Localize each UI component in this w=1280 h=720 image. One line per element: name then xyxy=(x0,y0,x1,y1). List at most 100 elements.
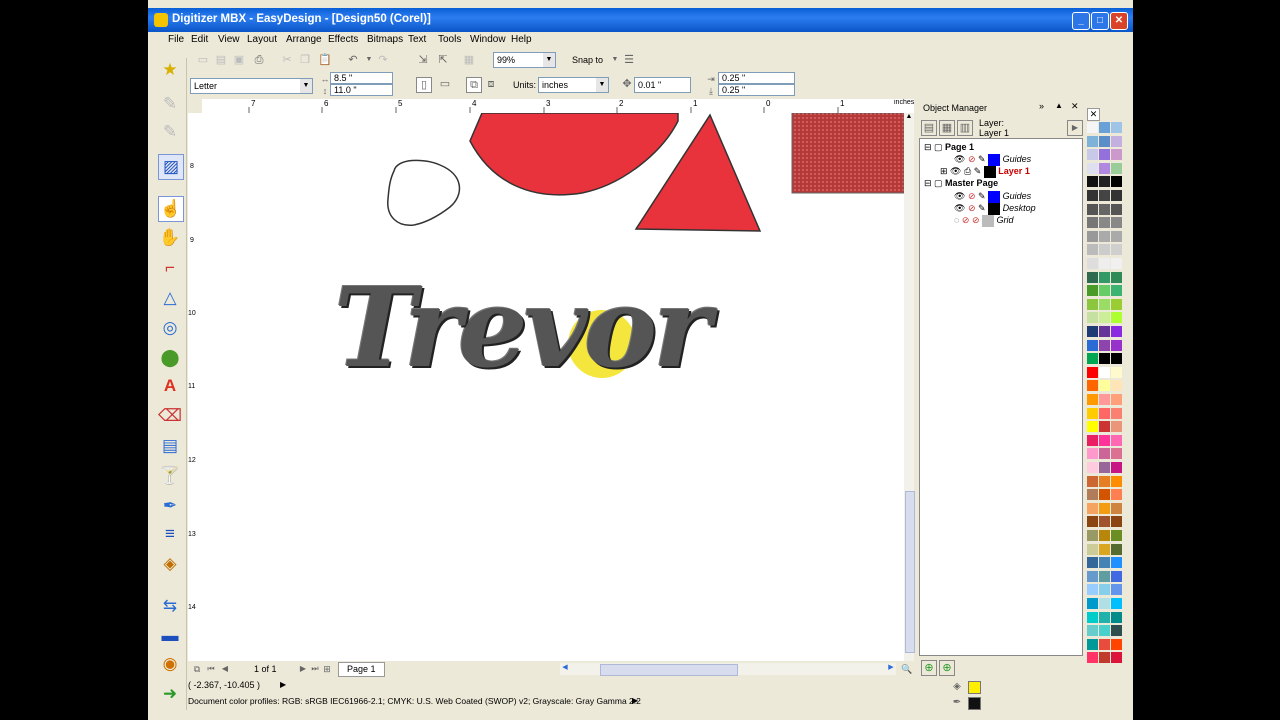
color-swatch[interactable] xyxy=(1099,462,1110,473)
menu-text[interactable]: Text xyxy=(408,34,426,45)
color-swatch[interactable] xyxy=(1087,298,1098,310)
color-swatch[interactable] xyxy=(1087,380,1098,392)
color-swatch[interactable] xyxy=(1111,380,1122,392)
embroidered-rectangle[interactable] xyxy=(791,113,904,194)
color-swatch[interactable] xyxy=(1111,339,1122,351)
color-swatch[interactable] xyxy=(1099,135,1110,147)
color-swatch[interactable] xyxy=(1099,584,1110,596)
edit-icon[interactable]: ✎ xyxy=(978,154,986,164)
color-swatch[interactable] xyxy=(1111,434,1122,446)
color-swatch[interactable] xyxy=(1111,489,1122,501)
color-swatch[interactable] xyxy=(1111,203,1122,215)
embroidery-text[interactable]: Trevor xyxy=(334,263,711,393)
duplicate-x-field[interactable]: 0.25 " xyxy=(718,72,795,84)
stitch-icon[interactable]: ✎ xyxy=(158,92,182,116)
redo-icon[interactable]: ↷ xyxy=(376,53,390,67)
menu-window[interactable]: Window xyxy=(470,34,506,45)
zoom-select[interactable]: 99% ▼ xyxy=(493,52,556,68)
eraser-icon[interactable]: ⌫ xyxy=(158,404,182,428)
print-icon[interactable]: ⊘ xyxy=(968,154,976,164)
menu-effects[interactable]: Effects xyxy=(328,34,358,45)
color-swatch[interactable] xyxy=(1111,638,1122,650)
color-swatch[interactable] xyxy=(1087,516,1098,528)
page-size-select[interactable]: Letter ▼ xyxy=(190,78,313,94)
visible-icon[interactable]: 👁 xyxy=(954,203,965,213)
new-layer-icon[interactable]: ⊕ xyxy=(921,660,937,676)
expand-arrow-icon[interactable]: ▶ xyxy=(280,680,286,689)
color-swatch[interactable] xyxy=(1111,625,1122,637)
fill-icon[interactable]: ◈ xyxy=(158,552,182,576)
color-swatch[interactable] xyxy=(1111,502,1122,514)
blend-tool-icon[interactable]: ▤ xyxy=(158,434,182,458)
color-swatch[interactable] xyxy=(1099,434,1110,446)
expand-docker-icon[interactable]: » xyxy=(1039,101,1044,111)
print-icon[interactable]: ⊘ xyxy=(962,215,970,225)
color-swatch[interactable] xyxy=(1111,285,1122,297)
nudge-field[interactable]: 0.01 " xyxy=(634,77,691,93)
color-swatch[interactable] xyxy=(1087,584,1098,596)
color-swatch[interactable] xyxy=(1099,122,1110,133)
color-swatch[interactable] xyxy=(1087,203,1098,215)
color-swatch[interactable] xyxy=(1099,217,1110,229)
hoop-icon[interactable]: ◉ xyxy=(158,652,182,676)
color-swatch[interactable] xyxy=(1099,366,1110,378)
color-swatch[interactable] xyxy=(1099,570,1110,582)
page-height-field[interactable]: 11.0 " xyxy=(330,84,393,96)
color-swatch[interactable] xyxy=(1099,380,1110,392)
color-swatch[interactable] xyxy=(1111,543,1122,555)
color-swatch[interactable] xyxy=(1087,421,1098,433)
color-swatch[interactable] xyxy=(1111,149,1122,161)
color-swatch[interactable] xyxy=(1099,407,1110,419)
color-swatch[interactable] xyxy=(1099,530,1110,541)
color-swatch[interactable] xyxy=(1087,570,1098,582)
digitizer-icon[interactable]: ★ xyxy=(158,58,182,82)
color-swatch[interactable] xyxy=(1111,271,1122,283)
color-swatch[interactable] xyxy=(1111,312,1122,324)
shape-tool-icon[interactable]: ⌐ xyxy=(158,256,182,280)
polygon-tool-icon[interactable]: △ xyxy=(158,286,182,310)
horizontal-ruler[interactable]: 7 6 5 4 3 2 1 0 1 inches xyxy=(202,99,914,114)
minimize-button[interactable]: _ xyxy=(1072,12,1090,30)
color-swatch[interactable] xyxy=(1087,394,1098,405)
color-swatch[interactable] xyxy=(1099,475,1110,487)
edit-icon[interactable]: ⊘ xyxy=(972,215,980,225)
color-swatch[interactable] xyxy=(1087,475,1098,487)
vertical-scrollbar[interactable]: ▲ xyxy=(904,113,915,661)
color-swatch[interactable] xyxy=(1099,557,1110,569)
color-swatch[interactable] xyxy=(1087,122,1098,133)
hidden-icon[interactable]: ◌ xyxy=(954,215,959,225)
new-master-layer-icon[interactable]: ⊕ xyxy=(939,660,955,676)
tree-node-master-guides[interactable]: 👁 ⊘ ✎ Guides xyxy=(954,190,1031,203)
ellipse-outline-shape[interactable] xyxy=(387,159,461,226)
duplicate-y-field[interactable]: 0.25 " xyxy=(718,84,795,96)
red-semicircle-shape[interactable] xyxy=(469,113,679,196)
tree-node-layer1[interactable]: ⊞ 👁 ⎙ ✎ Layer 1 xyxy=(940,165,1030,178)
pick-tool-icon[interactable]: ☝ xyxy=(158,196,184,222)
print-icon[interactable]: ⊘ xyxy=(968,191,976,201)
color-swatch[interactable] xyxy=(1099,353,1110,365)
open-icon[interactable]: ▤ xyxy=(214,53,228,67)
color-swatch[interactable] xyxy=(1111,421,1122,433)
maximize-button[interactable]: □ xyxy=(1091,12,1109,30)
close-button[interactable]: ✕ xyxy=(1110,12,1128,30)
edit-icon[interactable]: ✎ xyxy=(978,191,986,201)
color-swatch[interactable] xyxy=(1099,203,1110,215)
page-tab[interactable]: Page 1 xyxy=(338,662,385,677)
menu-file[interactable]: File xyxy=(168,34,184,45)
color-swatch[interactable] xyxy=(1087,149,1098,161)
scroll-left-icon[interactable]: ◀ xyxy=(560,663,570,675)
visible-icon[interactable]: 👁 xyxy=(954,154,965,164)
color-swatch[interactable] xyxy=(1087,598,1098,609)
color-swatch[interactable] xyxy=(1099,326,1110,337)
color-swatch[interactable] xyxy=(1111,135,1122,147)
export-icon[interactable]: ⇱ xyxy=(436,53,450,67)
snap-dropdown-icon[interactable]: ▼ xyxy=(608,53,622,67)
new-icon[interactable]: ▭ xyxy=(196,53,210,67)
color-swatch[interactable] xyxy=(1111,557,1122,569)
color-swatch[interactable] xyxy=(1087,135,1098,147)
color-swatch[interactable] xyxy=(1087,407,1098,419)
page-layout-icon[interactable]: ⧉ xyxy=(190,662,204,676)
color-swatch[interactable] xyxy=(1111,652,1122,664)
menu-help[interactable]: Help xyxy=(511,34,532,45)
color-swatch[interactable] xyxy=(1099,258,1110,269)
